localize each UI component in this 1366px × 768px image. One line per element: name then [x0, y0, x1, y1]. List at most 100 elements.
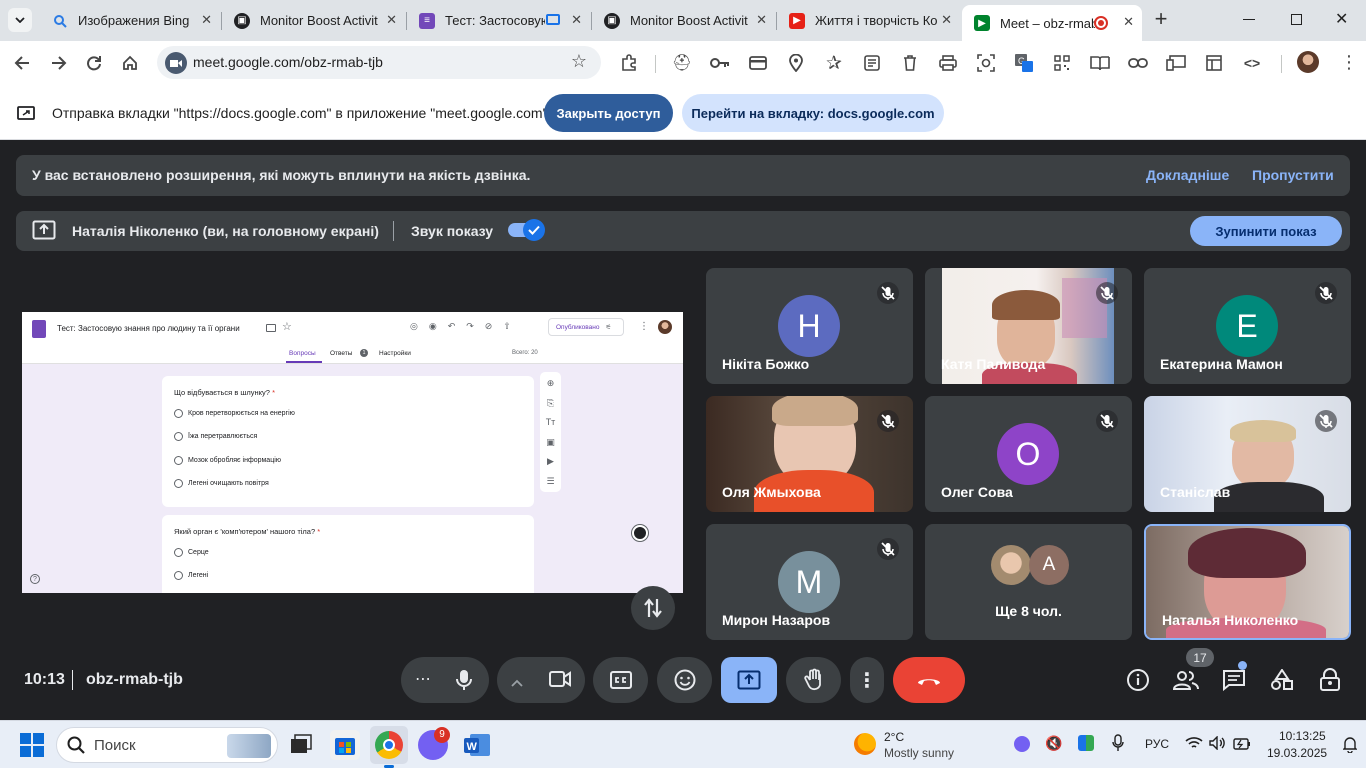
speaker-icon[interactable]: [1209, 735, 1227, 755]
tab-monitor-boost-2[interactable]: ▣ Monitor Boost Activit ✕: [592, 6, 775, 35]
participant-tile[interactable]: Станіслав: [1144, 396, 1351, 512]
home-icon[interactable]: [120, 53, 140, 73]
participant-tile[interactable]: Н Нікіта Божко: [706, 268, 913, 384]
tab-youtube[interactable]: ▶ Життя і творчість Ко ✕: [777, 6, 960, 35]
tab-sharing-infobar: Отправка вкладки "https://docs.google.co…: [0, 85, 1366, 140]
tab-title: Meet – obz-rmab: [1000, 15, 1095, 31]
tab-bing-images[interactable]: Изображения Bing ✕: [40, 6, 220, 35]
captions-button[interactable]: [593, 657, 648, 703]
leave-call-button[interactable]: [893, 657, 965, 703]
menu-dots-icon[interactable]: ⋮: [1340, 51, 1358, 73]
participant-tile[interactable]: Оля Жмыхова: [706, 396, 913, 512]
more-participants-tile[interactable]: А Ще 8 чол.: [925, 524, 1132, 640]
stop-sharing-button[interactable]: Закрыть доступ: [544, 94, 673, 132]
skip-link[interactable]: Пропустити: [1252, 167, 1334, 183]
raise-hand-button[interactable]: [786, 657, 841, 703]
close-icon[interactable]: ✕: [201, 12, 212, 28]
store-icon[interactable]: [330, 730, 360, 760]
meeting-info-icon[interactable]: [1125, 667, 1151, 693]
switch-to-tab-button[interactable]: Перейти на вкладку: docs.google.com: [682, 94, 944, 132]
extensions-icon[interactable]: [619, 53, 639, 73]
windows-start-icon[interactable]: [20, 733, 44, 757]
clock-date[interactable]: 19.03.2025: [1267, 746, 1327, 760]
translate-icon[interactable]: G: [1014, 53, 1034, 73]
more-options-button[interactable]: ⋮: [850, 657, 884, 703]
participant-name: Мирон Назаров: [722, 612, 831, 628]
bird-image-icon: [227, 734, 271, 758]
learn-more-link[interactable]: Докладніше: [1146, 167, 1229, 183]
participant-tile[interactable]: Катя Паливода: [925, 268, 1132, 384]
volume-muted-icon[interactable]: 🔇: [1045, 735, 1062, 752]
minimize-icon[interactable]: [1243, 19, 1255, 20]
address-bar[interactable]: meet.google.com/obz-rmab-tjb ☆: [157, 46, 601, 79]
mic-off-icon: [1096, 282, 1118, 304]
close-window-icon[interactable]: ✕: [1335, 9, 1348, 29]
chat-icon[interactable]: [1221, 667, 1247, 693]
tab-grid-icon[interactable]: [1204, 53, 1224, 73]
microphone-icon[interactable]: [455, 669, 473, 696]
task-view-icon[interactable]: [286, 730, 316, 760]
location-pin-icon[interactable]: [786, 53, 806, 73]
viber-tray-icon[interactable]: [1014, 736, 1030, 752]
close-icon[interactable]: ✕: [386, 12, 397, 28]
share-sound-toggle[interactable]: [508, 219, 545, 241]
qr-code-icon[interactable]: [1052, 53, 1072, 73]
security-icon[interactable]: [1078, 735, 1094, 751]
battery-icon[interactable]: [1233, 737, 1251, 755]
password-key-icon[interactable]: [710, 53, 730, 73]
tab-meet[interactable]: ▶ Meet – obz-rmab ✕: [962, 5, 1142, 41]
close-icon[interactable]: ✕: [571, 12, 582, 28]
bookmark-star-icon[interactable]: ☆: [571, 51, 587, 72]
favorites-star-icon[interactable]: ✰: [824, 53, 844, 74]
reading-list-icon[interactable]: [862, 53, 882, 73]
screenshot-icon[interactable]: [976, 53, 996, 73]
chrome-icon[interactable]: [370, 726, 408, 764]
present-button[interactable]: [721, 657, 777, 703]
tab-google-forms[interactable]: ≡ Тест: Застосовую ✕: [407, 6, 590, 35]
camera-icon[interactable]: [549, 670, 571, 693]
participant-tile[interactable]: М Мирон Назаров: [706, 524, 913, 640]
mic-tray-icon[interactable]: [1112, 734, 1124, 757]
profile-avatar[interactable]: [1297, 51, 1319, 73]
chevron-up-icon[interactable]: [511, 674, 523, 692]
tab-search-button[interactable]: [8, 8, 32, 32]
word-icon[interactable]: W: [462, 730, 492, 760]
cast-device-icon[interactable]: [1166, 53, 1186, 73]
reposition-button[interactable]: [631, 586, 675, 630]
host-controls-icon[interactable]: [1317, 667, 1343, 693]
browser-toolbar: meet.google.com/obz-rmab-tjb ☆ ⛑ ✰ G <> …: [0, 41, 1366, 85]
activities-icon[interactable]: [1269, 667, 1295, 693]
option: Кров перетворюється на енергію: [174, 409, 295, 418]
clock-time[interactable]: 10:13:25: [1279, 729, 1326, 743]
close-icon[interactable]: ✕: [756, 12, 767, 28]
windows-taskbar: Поиск 9 W 2°C Mostly sunny 🔇 РУС 10:13:2…: [0, 720, 1366, 768]
tab-monitor-boost-1[interactable]: ▣ Monitor Boost Activit ✕: [222, 6, 405, 35]
code-icon[interactable]: <>: [1242, 53, 1262, 73]
credit-card-icon[interactable]: [748, 53, 768, 73]
forward-icon[interactable]: [49, 53, 69, 73]
reading-mode-icon[interactable]: [1090, 53, 1110, 73]
taskbar-search[interactable]: Поиск: [56, 727, 278, 763]
link-icon[interactable]: [1128, 53, 1148, 73]
incognito-icon[interactable]: ⛑: [672, 53, 692, 73]
audio-settings-icon[interactable]: ⋯: [415, 669, 432, 689]
back-icon[interactable]: [12, 53, 32, 73]
restore-icon[interactable]: [1291, 14, 1302, 25]
print-icon[interactable]: [938, 53, 958, 73]
self-tile[interactable]: Наталья Николенко: [1144, 524, 1351, 640]
wifi-icon[interactable]: [1185, 736, 1203, 755]
reload-icon[interactable]: [84, 53, 104, 73]
participant-tile[interactable]: О Олег Сова: [925, 396, 1132, 512]
participant-tile[interactable]: Е Екатерина Мамон: [1144, 268, 1351, 384]
reactions-button[interactable]: [657, 657, 712, 703]
participant-name: Катя Паливода: [941, 356, 1046, 372]
close-icon[interactable]: ✕: [1123, 14, 1134, 30]
language-indicator[interactable]: РУС: [1145, 737, 1169, 751]
people-icon[interactable]: [1173, 667, 1199, 693]
trash-icon[interactable]: [900, 53, 920, 73]
notification-bell-icon[interactable]: [1342, 735, 1358, 758]
new-tab-button[interactable]: +: [1150, 8, 1172, 30]
close-icon[interactable]: ✕: [941, 12, 952, 28]
search-icon: [52, 13, 68, 29]
stop-presenting-button[interactable]: Зупинити показ: [1190, 216, 1342, 246]
